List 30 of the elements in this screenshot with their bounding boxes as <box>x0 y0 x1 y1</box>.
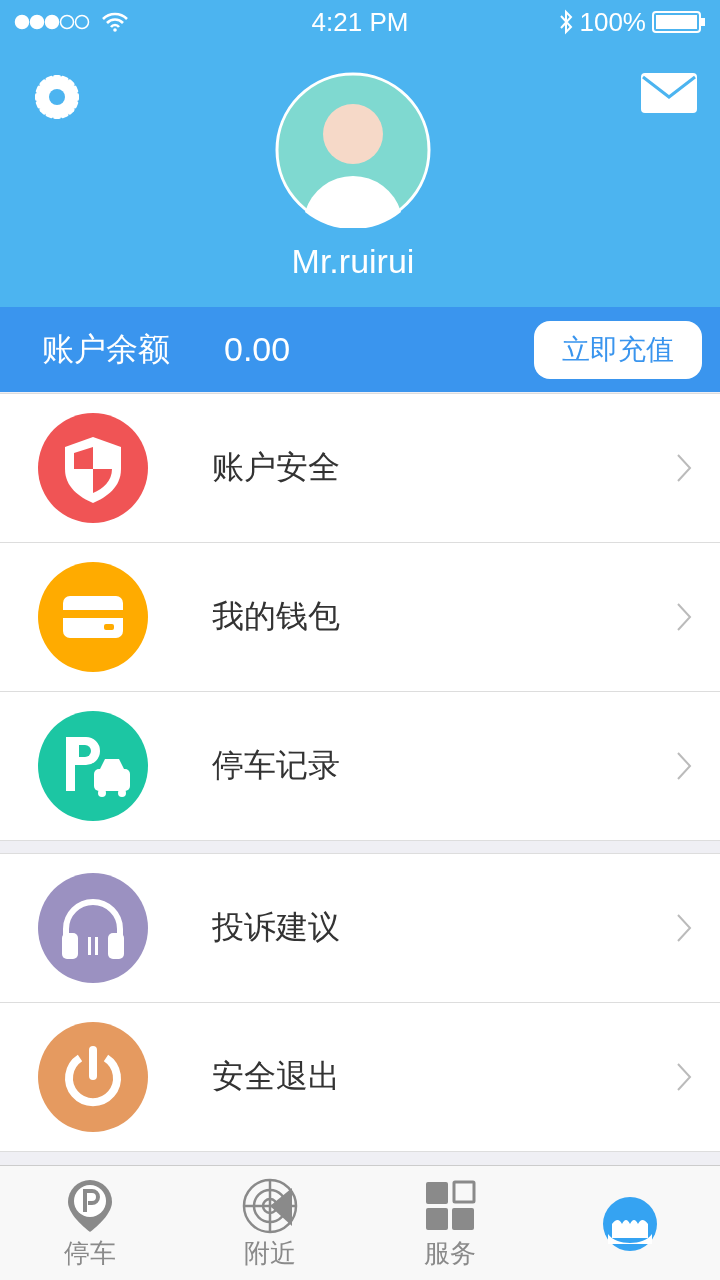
mail-icon[interactable] <box>640 72 698 114</box>
balance-label: 账户余额 <box>42 328 170 370</box>
menu-label: 投诉建议 <box>212 907 341 948</box>
tab-label: 服务 <box>424 1236 476 1270</box>
chevron-right-icon <box>676 913 692 943</box>
menu-label: 账户安全 <box>212 447 341 488</box>
status-time: 4:21 PM <box>311 6 409 38</box>
signal-icon <box>14 14 92 30</box>
menu-item[interactable]: 账户安全 <box>0 394 720 542</box>
menu-item[interactable]: 我的钱包 <box>0 542 720 691</box>
battery-percent: 100% <box>579 6 646 38</box>
chevron-right-icon <box>676 1062 692 1092</box>
settings-icon[interactable] <box>32 72 82 122</box>
user-name: Mr.ruirui <box>291 242 415 281</box>
menu-item[interactable]: 安全退出 <box>0 1002 720 1151</box>
chevron-right-icon <box>676 602 692 632</box>
menu-item[interactable]: 投诉建议 <box>0 854 720 1002</box>
tab-label: 停车 <box>64 1236 116 1270</box>
menu-label: 停车记录 <box>212 745 341 786</box>
chevron-right-icon <box>676 453 692 483</box>
bluetooth-icon <box>559 9 574 35</box>
chevron-right-icon <box>676 751 692 781</box>
menu-label: 我的钱包 <box>212 596 341 637</box>
balance-amount: 0.00 <box>224 330 292 369</box>
menu-label: 安全退出 <box>212 1056 341 1097</box>
face-icon <box>602 1194 658 1252</box>
battery-icon <box>652 11 706 33</box>
menu-item[interactable]: 停车记录 <box>0 691 720 840</box>
wifi-icon <box>102 12 128 32</box>
tab-label: 附近 <box>244 1236 296 1270</box>
